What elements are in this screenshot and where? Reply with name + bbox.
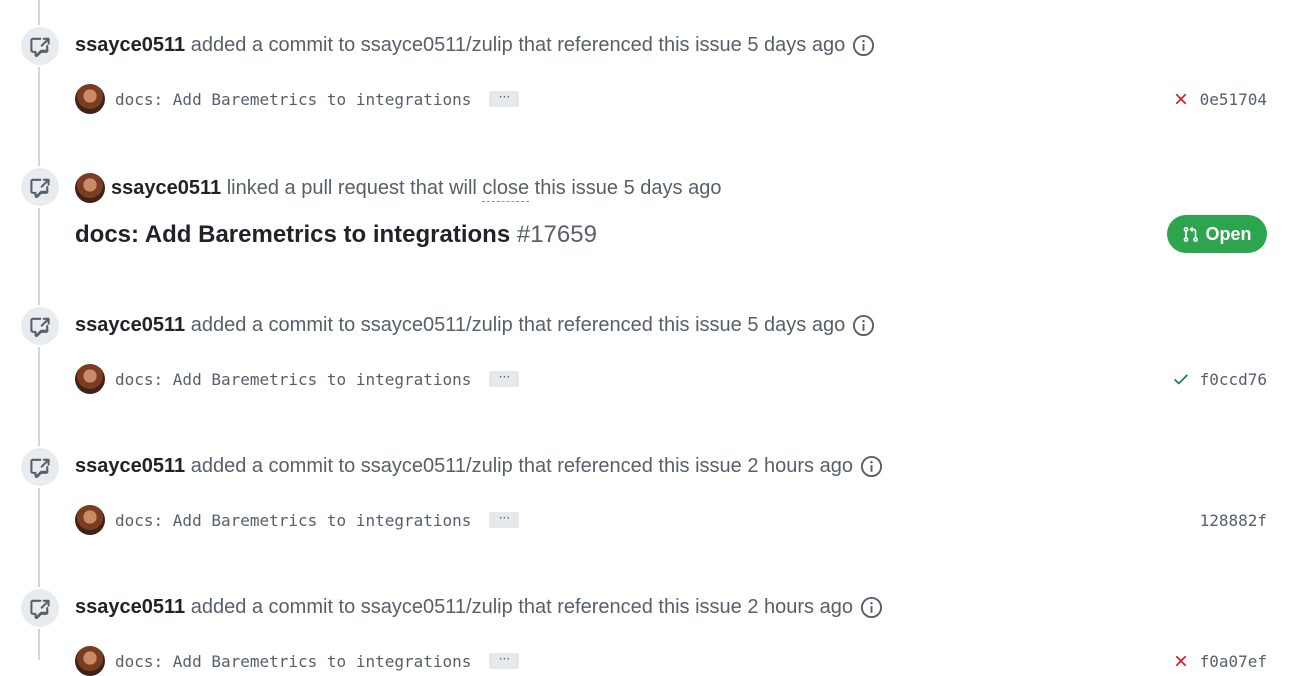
avatar[interactable] [75, 505, 105, 535]
cross-reference-icon [30, 37, 50, 57]
repo-link[interactable]: ssayce0511/zulip [361, 594, 513, 620]
commit-sha-link[interactable]: 0e51704 [1200, 90, 1267, 109]
suffix-text: that referenced this issue [518, 455, 742, 477]
expand-message-button[interactable]: ··· [489, 371, 520, 387]
repo-link[interactable]: ssayce0511/zulip [361, 453, 513, 479]
cross-reference-icon [30, 317, 50, 337]
cross-reference-badge [19, 587, 61, 629]
avatar[interactable] [75, 84, 105, 114]
commit-row: docs: Add Baremetrics to integrations ··… [75, 364, 1267, 394]
cross-reference-badge [19, 446, 61, 488]
info-icon[interactable] [860, 455, 883, 478]
author-link[interactable]: ssayce0511 [75, 32, 185, 58]
commit-row: docs: Add Baremetrics to integrations ··… [75, 505, 1267, 535]
cross-reference-badge [19, 166, 61, 208]
expand-message-button[interactable]: ··· [489, 512, 520, 528]
author-link[interactable]: ssayce0511 [75, 453, 185, 479]
commit-sha-link[interactable]: 128882f [1200, 511, 1267, 530]
commit-row: docs: Add Baremetrics to integrations ··… [75, 84, 1267, 114]
timestamp-link[interactable]: 5 days ago [747, 312, 845, 338]
x-icon[interactable] [1172, 90, 1190, 108]
commit-status: f0a07ef [1172, 652, 1267, 671]
commit-status: 128882f [1200, 511, 1267, 530]
pr-number[interactable]: #17659 [517, 221, 597, 248]
commit-sha-link[interactable]: f0a07ef [1200, 652, 1267, 671]
timestamp-link[interactable]: 5 days ago [624, 175, 722, 201]
action-text: added a commit to [190, 314, 356, 336]
commit-status: 0e51704 [1172, 90, 1267, 109]
avatar[interactable] [75, 173, 105, 203]
event-headline: ssayce0511 added a commit to ssayce0511/… [75, 594, 883, 620]
action-text: added a commit to [190, 596, 356, 618]
cross-reference-icon [30, 458, 50, 478]
avatar[interactable] [75, 364, 105, 394]
timestamp-link[interactable]: 5 days ago [747, 32, 845, 58]
suffix-text: this issue [534, 177, 619, 199]
repo-link[interactable]: ssayce0511/zulip [361, 32, 513, 58]
commit-message-link[interactable]: docs: Add Baremetrics to integrations [115, 652, 471, 671]
event-headline: ssayce0511 added a commit to ssayce0511/… [75, 453, 883, 479]
commit-message-link[interactable]: docs: Add Baremetrics to integrations [115, 370, 471, 389]
git-pull-request-icon [1184, 226, 1199, 242]
repo-link[interactable]: ssayce0511/zulip [361, 312, 513, 338]
author-link[interactable]: ssayce0511 [75, 312, 185, 338]
event-headline: ssayce0511 added a commit to ssayce0511/… [75, 312, 875, 338]
action-text: added a commit to [190, 455, 356, 477]
commit-sha-link[interactable]: f0ccd76 [1200, 370, 1267, 389]
author-link[interactable]: ssayce0511 [75, 594, 185, 620]
suffix-text: that referenced this issue [518, 314, 742, 336]
info-icon[interactable] [860, 596, 883, 619]
cross-reference-icon [30, 599, 50, 619]
check-icon[interactable] [1172, 370, 1190, 388]
action-text: linked a pull request that will [226, 177, 477, 199]
commit-message-link[interactable]: docs: Add Baremetrics to integrations [115, 90, 471, 109]
pr-title: docs: Add Baremetrics to integrations #1… [75, 219, 597, 251]
commit-message-link[interactable]: docs: Add Baremetrics to integrations [115, 511, 471, 530]
avatar[interactable] [75, 646, 105, 676]
timestamp-link[interactable]: 2 hours ago [747, 453, 853, 479]
suffix-text: that referenced this issue [518, 34, 742, 56]
commit-status: f0ccd76 [1172, 370, 1267, 389]
pr-title-link[interactable]: docs: Add Baremetrics to integrations [75, 221, 510, 248]
commit-row: docs: Add Baremetrics to integrations ··… [75, 646, 1267, 676]
timestamp-link[interactable]: 2 hours ago [747, 594, 853, 620]
pr-state-badge: Open [1167, 215, 1267, 253]
info-icon[interactable] [852, 314, 875, 337]
action-text: added a commit to [190, 34, 356, 56]
cross-reference-icon [30, 178, 50, 198]
expand-message-button[interactable]: ··· [489, 653, 520, 669]
event-headline: ssayce0511 added a commit to ssayce0511/… [75, 32, 875, 58]
pr-state-label: Open [1205, 223, 1252, 244]
cross-reference-badge [19, 25, 61, 67]
event-headline: ssayce0511 linked a pull request that wi… [75, 173, 721, 203]
suffix-text: that referenced this issue [518, 596, 742, 618]
cross-reference-badge [19, 305, 61, 347]
x-icon[interactable] [1172, 652, 1190, 670]
author-link[interactable]: ssayce0511 [111, 175, 221, 201]
close-keyword[interactable]: close [482, 175, 530, 202]
expand-message-button[interactable]: ··· [489, 91, 520, 107]
info-icon[interactable] [852, 34, 875, 57]
